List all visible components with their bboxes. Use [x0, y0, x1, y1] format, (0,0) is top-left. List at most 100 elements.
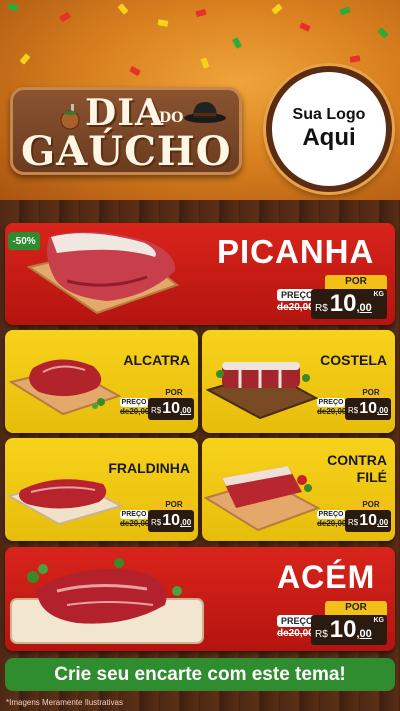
price-decimal: ,00 [377, 518, 389, 527]
currency: R$ [348, 518, 359, 527]
product-name-line1: CONTRA [327, 452, 387, 468]
bottom-price-tag: POR PREÇO de20,00 R$ 10 ,00 KG [277, 601, 387, 645]
price-integer: 10 [329, 290, 357, 317]
title-line2: GAÚCHO [21, 128, 232, 175]
currency: R$ [151, 518, 162, 527]
price-decimal: ,00 [377, 406, 389, 415]
price-box: R$ 10 ,00 [148, 398, 194, 420]
price-box: R$ 10 ,00 KG [311, 615, 387, 645]
product-name: FRALDINHA [108, 460, 190, 476]
product-name: COSTELA [320, 352, 387, 368]
price-tag: POR PREÇO de20,00 R$ 10 ,00 [317, 500, 391, 534]
confetti [231, 37, 243, 49]
currency: R$ [315, 629, 328, 640]
unit: KG [373, 617, 385, 624]
old-price-value: de20,00 [277, 302, 314, 313]
price-integer: 10 [162, 512, 181, 529]
price-integer: 10 [329, 616, 357, 643]
product-panel-contra-file: CONTRA FILÉ POR PREÇO de20,00 R$ 10 ,00 [202, 438, 395, 541]
por-label: POR [154, 500, 194, 510]
por-label: POR [351, 388, 391, 398]
confetti [129, 65, 141, 77]
price-box: R$ 10 ,00 [148, 510, 194, 532]
confetti [157, 19, 169, 27]
price-box: R$ 10 ,00 [345, 398, 391, 420]
por-label: POR [154, 388, 194, 398]
price-decimal: ,00 [180, 518, 192, 527]
preco-label: PREÇO [317, 398, 345, 407]
header: DIA DO GAÚCHO Sua Logo Aqui [0, 0, 400, 205]
price-tag: POR PREÇO de20,00 R$ 10 ,00 [120, 500, 194, 534]
price-integer: 10 [359, 512, 378, 529]
confetti [349, 55, 361, 63]
confetti [19, 53, 31, 65]
old-price-value: de20,00 [120, 519, 150, 528]
confetti [195, 8, 207, 18]
price-decimal: ,00 [356, 302, 372, 314]
logo-placeholder: Sua Logo Aqui [266, 66, 392, 192]
flyer: DIA DO GAÚCHO Sua Logo Aqui PICANHA POR … [0, 0, 400, 711]
unit: KG [373, 291, 385, 298]
confetti [339, 6, 351, 16]
confetti [271, 3, 283, 15]
price-integer: 10 [162, 400, 181, 417]
confetti [59, 11, 71, 23]
old-price-value: de20,00 [317, 519, 347, 528]
old-price-value: de20,00 [317, 407, 347, 416]
por-label: POR [325, 601, 387, 615]
old-price: de20,00 [277, 628, 314, 639]
featured-price-tag: POR PREÇO de20,00 R$ 10 ,00 KG [277, 275, 387, 319]
picanha-image [27, 231, 180, 315]
por-label: POR [351, 500, 391, 510]
currency: R$ [151, 406, 162, 415]
currency: R$ [315, 303, 328, 314]
price-tag: POR PREÇO de20,00 R$ 10 ,00 [120, 388, 194, 422]
product-name-line2: FILÉ [356, 469, 387, 485]
logo-line2: Aqui [302, 124, 356, 151]
featured-panel-picanha: PICANHA POR PREÇO de20,00 R$ 10 ,00 KG [5, 223, 395, 325]
old-price: de20,00 [277, 302, 314, 313]
product-panel-costela: COSTELA POR PREÇO de20,00 R$ 10 ,00 [202, 330, 395, 433]
gaucho-hat-icon [184, 102, 226, 123]
confetti [377, 27, 389, 39]
alcatra-image [9, 359, 121, 416]
featured-panel-acem: ACÉM POR PREÇO de20,00 R$ 10 ,00 KG [5, 547, 395, 651]
confetti [7, 2, 19, 12]
product-name: CONTRA FILÉ [327, 452, 387, 486]
preco-label: PREÇO [120, 398, 148, 407]
old-price-value: de20,00 [120, 407, 150, 416]
price-integer: 10 [359, 400, 378, 417]
old-price: de20,00 [120, 407, 149, 416]
discount-badge: -50% [8, 232, 40, 250]
old-price: de20,00 [317, 407, 346, 416]
por-label: POR [325, 275, 387, 289]
confetti [117, 3, 129, 15]
confetti [299, 22, 311, 32]
old-price: de20,00 [317, 519, 346, 528]
title-do: DO [159, 110, 184, 126]
chimarrao-gourd-icon [60, 104, 80, 130]
old-price-value: de20,00 [277, 628, 314, 639]
product-panel-alcatra: ALCATRA POR PREÇO de20,00 R$ 10 ,00 [5, 330, 198, 433]
price-tag: POR PREÇO de20,00 R$ 10 ,00 [317, 388, 391, 422]
featured-product-name: PICANHA [217, 233, 375, 270]
contra-file-image [204, 466, 320, 532]
preco-label: PREÇO [317, 510, 345, 519]
costela-image [206, 362, 318, 420]
bottom-product-name: ACÉM [277, 559, 376, 595]
cta-banner[interactable]: Crie seu encarte com este tema! [5, 658, 395, 691]
confetti [200, 57, 210, 69]
price-box: R$ 10 ,00 [345, 510, 391, 532]
price-decimal: ,00 [356, 628, 372, 640]
logo-line1: Sua Logo [292, 106, 366, 123]
disclaimer-note: *Imagens Meramente Ilustrativas [6, 698, 123, 707]
price-box: R$ 10 ,00 KG [311, 289, 387, 319]
product-name: ALCATRA [123, 352, 190, 368]
price-decimal: ,00 [180, 406, 192, 415]
currency: R$ [348, 406, 359, 415]
product-panel-fraldinha: FRALDINHA POR PREÇO de20,00 R$ 10 ,00 [5, 438, 198, 541]
fraldinha-image [7, 478, 123, 526]
title-sign: DIA DO GAÚCHO [10, 87, 242, 175]
old-price: de20,00 [120, 519, 149, 528]
preco-label: PREÇO [120, 510, 148, 519]
